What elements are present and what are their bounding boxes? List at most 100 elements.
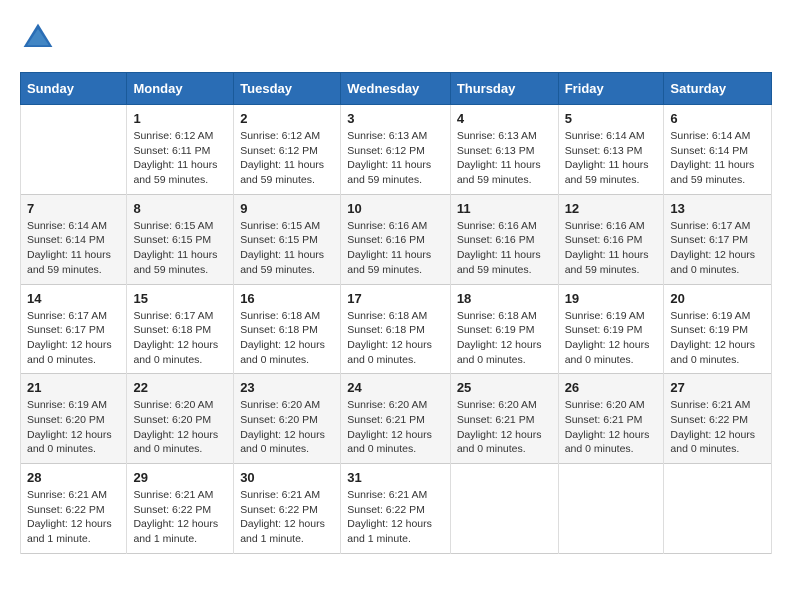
- day-cell: 8 Sunrise: 6:15 AMSunset: 6:15 PMDaylight…: [127, 194, 234, 284]
- day-cell: 5 Sunrise: 6:14 AMSunset: 6:13 PMDaylight…: [558, 105, 664, 195]
- day-cell: 16Sunrise: 6:18 AMSunset: 6:18 PMDayligh…: [234, 284, 341, 374]
- day-info: Sunrise: 6:13 AMSunset: 6:13 PMDaylight:…: [457, 129, 552, 188]
- day-cell: 11Sunrise: 6:16 AMSunset: 6:16 PMDayligh…: [450, 194, 558, 284]
- day-number: 20: [670, 291, 765, 306]
- day-number: 22: [133, 380, 227, 395]
- day-number: 1: [133, 111, 227, 126]
- day-number: 3: [347, 111, 444, 126]
- day-number: 28: [27, 470, 120, 485]
- day-number: 24: [347, 380, 444, 395]
- day-cell: [21, 105, 127, 195]
- day-number: 18: [457, 291, 552, 306]
- day-info: Sunrise: 6:14 AMSunset: 6:14 PMDaylight:…: [27, 219, 120, 278]
- day-number: 19: [565, 291, 658, 306]
- day-info: Sunrise: 6:21 AMSunset: 6:22 PMDaylight:…: [347, 488, 444, 547]
- header-cell-friday: Friday: [558, 73, 664, 105]
- day-cell: 24 Sunrise: 6:20 AMSunset: 6:21 PMDayligh…: [341, 374, 451, 464]
- calendar-body: 1 Sunrise: 6:12 AMSunset: 6:11 PMDaylight…: [21, 105, 772, 554]
- page-header: [20, 20, 772, 56]
- day-info: Sunrise: 6:20 AMSunset: 6:21 PMDaylight:…: [347, 398, 444, 457]
- day-info: Sunrise: 6:12 AMSunset: 6:11 PMDaylight:…: [133, 129, 227, 188]
- header-cell-tuesday: Tuesday: [234, 73, 341, 105]
- day-info: Sunrise: 6:20 AMSunset: 6:21 PMDaylight:…: [457, 398, 552, 457]
- day-cell: 22 Sunrise: 6:20 AMSunset: 6:20 PMDayligh…: [127, 374, 234, 464]
- day-info: Sunrise: 6:19 AMSunset: 6:20 PMDaylight:…: [27, 398, 120, 457]
- day-cell: 29Sunrise: 6:21 AMSunset: 6:22 PMDayligh…: [127, 464, 234, 554]
- day-cell: 3 Sunrise: 6:13 AMSunset: 6:12 PMDaylight…: [341, 105, 451, 195]
- week-row-3: 14 Sunrise: 6:17 AMSunset: 6:17 PMDayligh…: [21, 284, 772, 374]
- week-row-1: 1 Sunrise: 6:12 AMSunset: 6:11 PMDaylight…: [21, 105, 772, 195]
- day-number: 9: [240, 201, 334, 216]
- day-info: Sunrise: 6:20 AMSunset: 6:20 PMDaylight:…: [240, 398, 334, 457]
- calendar-table: SundayMondayTuesdayWednesdayThursdayFrid…: [20, 72, 772, 554]
- day-number: 26: [565, 380, 658, 395]
- day-info: Sunrise: 6:17 AMSunset: 6:18 PMDaylight:…: [133, 309, 227, 368]
- day-cell: 1 Sunrise: 6:12 AMSunset: 6:11 PMDaylight…: [127, 105, 234, 195]
- logo-icon: [20, 20, 56, 56]
- day-cell: 14 Sunrise: 6:17 AMSunset: 6:17 PMDayligh…: [21, 284, 127, 374]
- day-cell: 27 Sunrise: 6:21 AMSunset: 6:22 PMDayligh…: [664, 374, 772, 464]
- day-info: Sunrise: 6:15 AMSunset: 6:15 PMDaylight:…: [240, 219, 334, 278]
- week-row-5: 28 Sunrise: 6:21 AMSunset: 6:22 PMDayligh…: [21, 464, 772, 554]
- day-info: Sunrise: 6:17 AMSunset: 6:17 PMDaylight:…: [670, 219, 765, 278]
- header-cell-sunday: Sunday: [21, 73, 127, 105]
- day-number: 5: [565, 111, 658, 126]
- day-cell: 20 Sunrise: 6:19 AMSunset: 6:19 PMDayligh…: [664, 284, 772, 374]
- day-info: Sunrise: 6:16 AMSunset: 6:16 PMDaylight:…: [347, 219, 444, 278]
- day-cell: 26 Sunrise: 6:20 AMSunset: 6:21 PMDayligh…: [558, 374, 664, 464]
- day-cell: [664, 464, 772, 554]
- day-number: 10: [347, 201, 444, 216]
- day-number: 4: [457, 111, 552, 126]
- day-info: Sunrise: 6:13 AMSunset: 6:12 PMDaylight:…: [347, 129, 444, 188]
- day-info: Sunrise: 6:16 AMSunset: 6:16 PMDaylight:…: [565, 219, 658, 278]
- day-info: Sunrise: 6:20 AMSunset: 6:21 PMDaylight:…: [565, 398, 658, 457]
- day-info: Sunrise: 6:18 AMSunset: 6:19 PMDaylight:…: [457, 309, 552, 368]
- day-number: 6: [670, 111, 765, 126]
- day-cell: 7 Sunrise: 6:14 AMSunset: 6:14 PMDaylight…: [21, 194, 127, 284]
- day-info: Sunrise: 6:19 AMSunset: 6:19 PMDaylight:…: [670, 309, 765, 368]
- day-cell: 19Sunrise: 6:19 AMSunset: 6:19 PMDayligh…: [558, 284, 664, 374]
- day-info: Sunrise: 6:14 AMSunset: 6:13 PMDaylight:…: [565, 129, 658, 188]
- day-number: 12: [565, 201, 658, 216]
- day-number: 27: [670, 380, 765, 395]
- day-number: 17: [347, 291, 444, 306]
- day-number: 15: [133, 291, 227, 306]
- day-number: 25: [457, 380, 552, 395]
- day-number: 8: [133, 201, 227, 216]
- day-info: Sunrise: 6:20 AMSunset: 6:20 PMDaylight:…: [133, 398, 227, 457]
- calendar-header: SundayMondayTuesdayWednesdayThursdayFrid…: [21, 73, 772, 105]
- week-row-4: 21Sunrise: 6:19 AMSunset: 6:20 PMDayligh…: [21, 374, 772, 464]
- day-info: Sunrise: 6:21 AMSunset: 6:22 PMDaylight:…: [27, 488, 120, 547]
- day-info: Sunrise: 6:12 AMSunset: 6:12 PMDaylight:…: [240, 129, 334, 188]
- day-number: 16: [240, 291, 334, 306]
- day-cell: 21Sunrise: 6:19 AMSunset: 6:20 PMDayligh…: [21, 374, 127, 464]
- day-info: Sunrise: 6:21 AMSunset: 6:22 PMDaylight:…: [240, 488, 334, 547]
- day-cell: 23Sunrise: 6:20 AMSunset: 6:20 PMDayligh…: [234, 374, 341, 464]
- day-cell: 13Sunrise: 6:17 AMSunset: 6:17 PMDayligh…: [664, 194, 772, 284]
- day-info: Sunrise: 6:17 AMSunset: 6:17 PMDaylight:…: [27, 309, 120, 368]
- day-cell: [558, 464, 664, 554]
- day-cell: 6 Sunrise: 6:14 AMSunset: 6:14 PMDaylight…: [664, 105, 772, 195]
- header-cell-monday: Monday: [127, 73, 234, 105]
- day-cell: 2 Sunrise: 6:12 AMSunset: 6:12 PMDaylight…: [234, 105, 341, 195]
- day-number: 14: [27, 291, 120, 306]
- day-cell: 31 Sunrise: 6:21 AMSunset: 6:22 PMDayligh…: [341, 464, 451, 554]
- day-cell: 12 Sunrise: 6:16 AMSunset: 6:16 PMDayligh…: [558, 194, 664, 284]
- day-cell: 9 Sunrise: 6:15 AMSunset: 6:15 PMDaylight…: [234, 194, 341, 284]
- logo: [20, 20, 62, 56]
- day-info: Sunrise: 6:21 AMSunset: 6:22 PMDaylight:…: [670, 398, 765, 457]
- day-number: 2: [240, 111, 334, 126]
- day-number: 31: [347, 470, 444, 485]
- day-info: Sunrise: 6:15 AMSunset: 6:15 PMDaylight:…: [133, 219, 227, 278]
- day-info: Sunrise: 6:14 AMSunset: 6:14 PMDaylight:…: [670, 129, 765, 188]
- day-cell: [450, 464, 558, 554]
- day-number: 7: [27, 201, 120, 216]
- day-cell: 10 Sunrise: 6:16 AMSunset: 6:16 PMDayligh…: [341, 194, 451, 284]
- day-cell: 25 Sunrise: 6:20 AMSunset: 6:21 PMDayligh…: [450, 374, 558, 464]
- day-cell: 17 Sunrise: 6:18 AMSunset: 6:18 PMDayligh…: [341, 284, 451, 374]
- day-number: 30: [240, 470, 334, 485]
- header-row: SundayMondayTuesdayWednesdayThursdayFrid…: [21, 73, 772, 105]
- day-number: 29: [133, 470, 227, 485]
- day-cell: 15 Sunrise: 6:17 AMSunset: 6:18 PMDayligh…: [127, 284, 234, 374]
- day-info: Sunrise: 6:18 AMSunset: 6:18 PMDaylight:…: [347, 309, 444, 368]
